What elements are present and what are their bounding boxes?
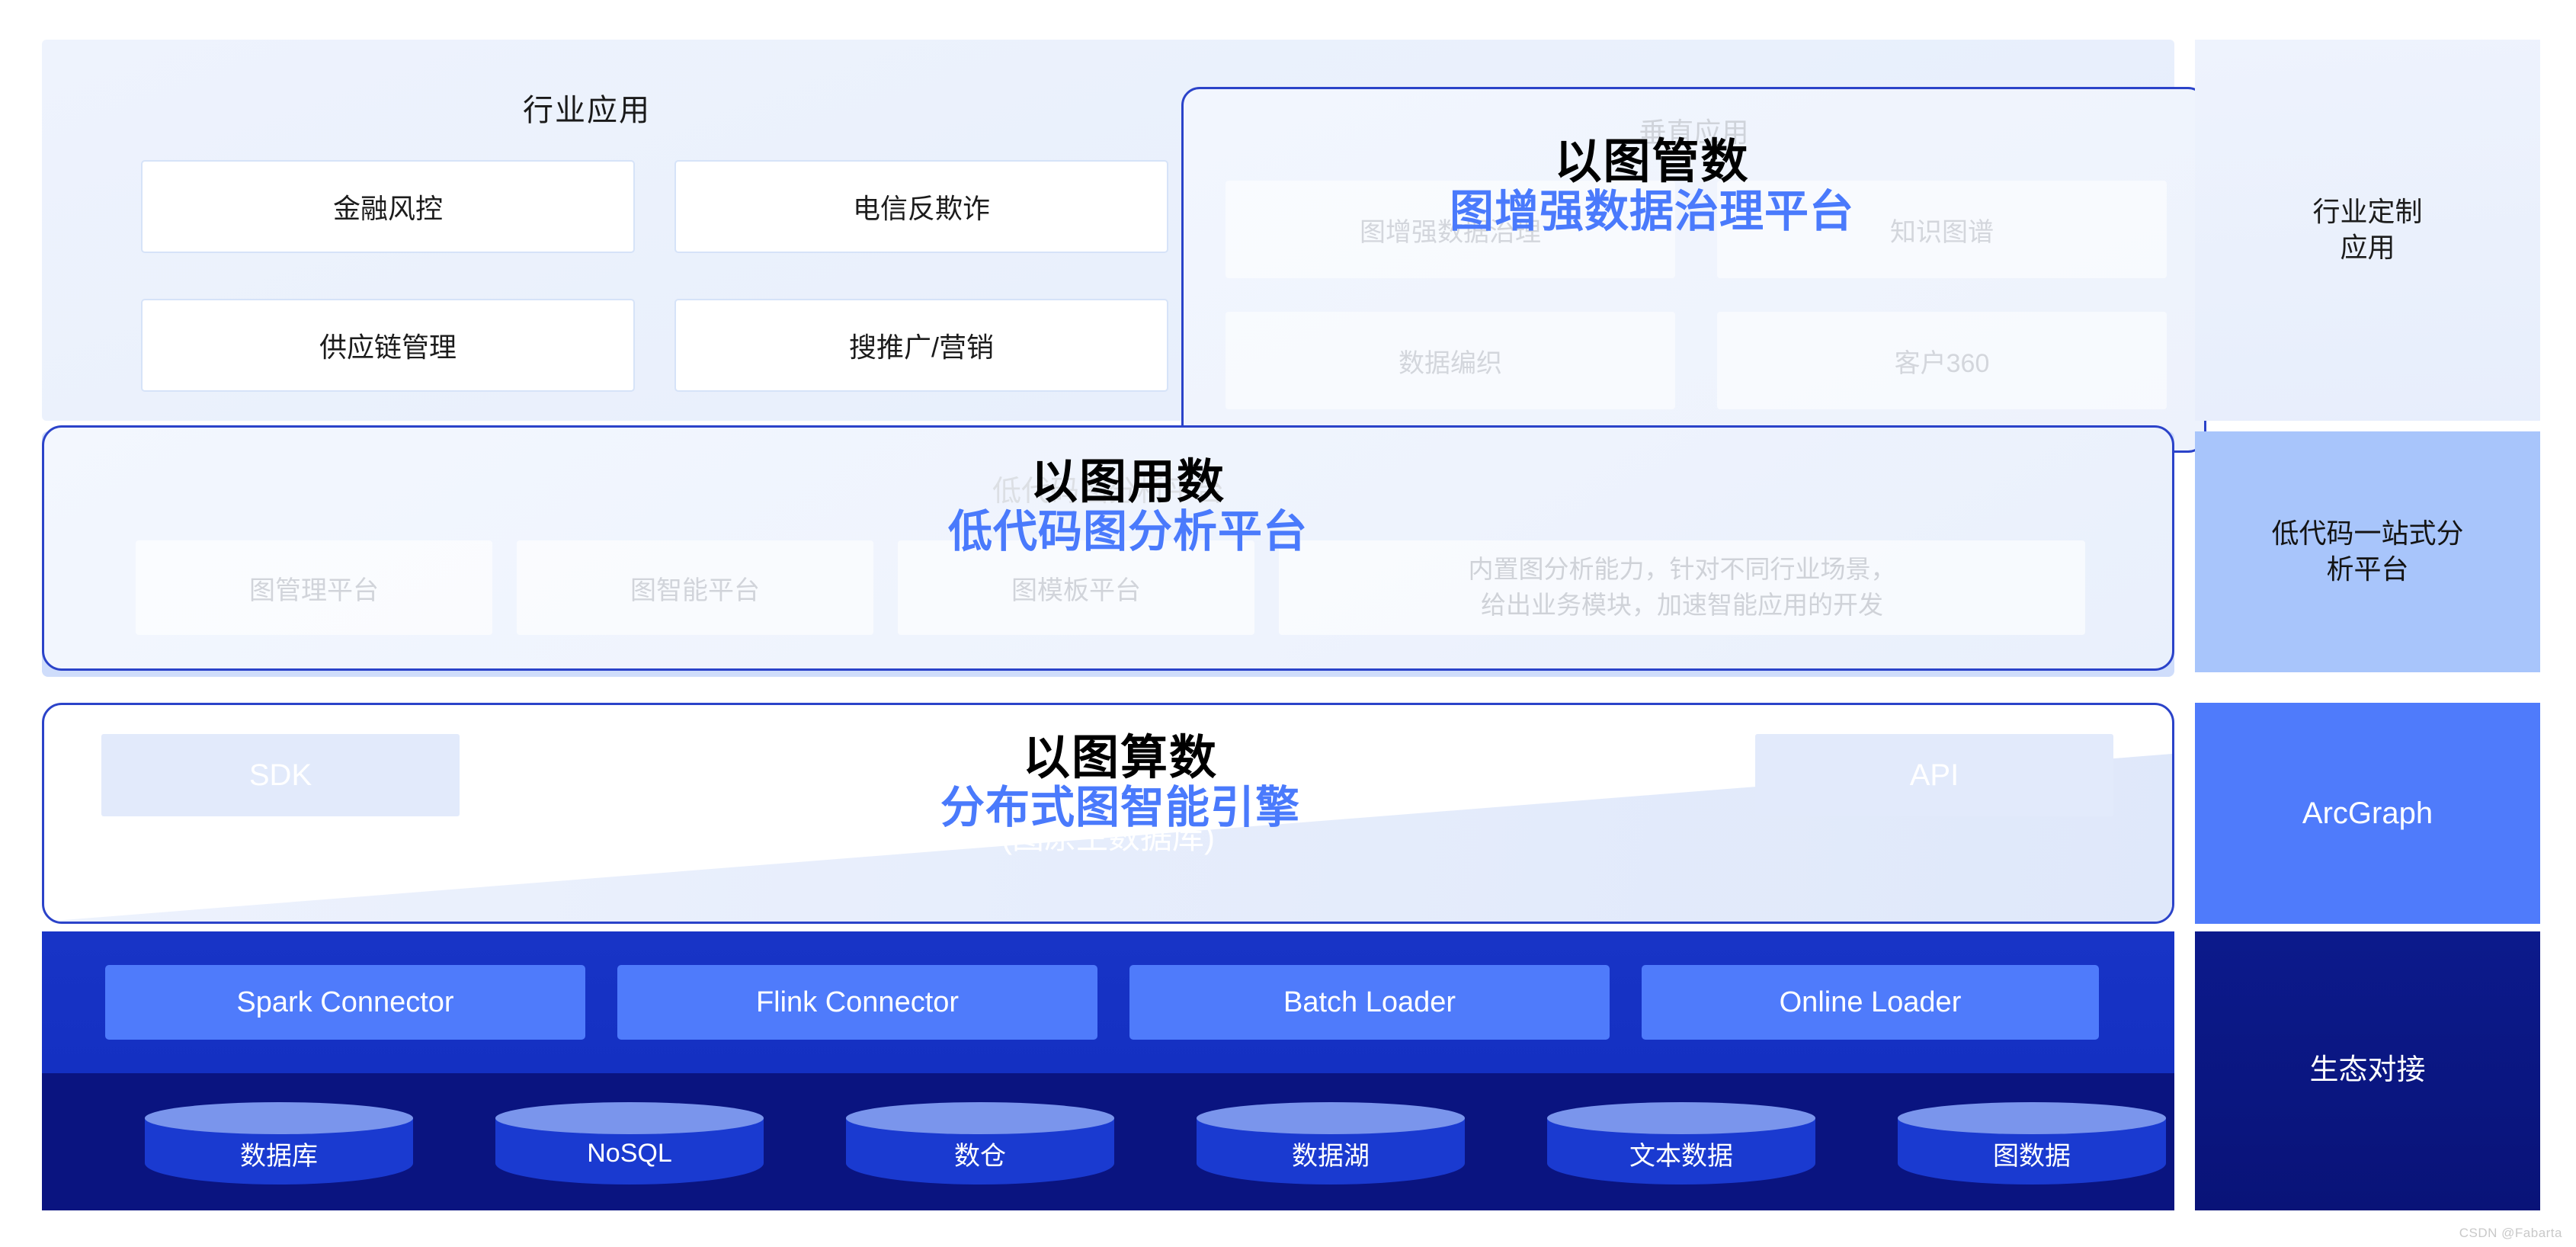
engine-brand-subtitle: (图原生数据库) — [1001, 819, 1215, 855]
data-source-label: 数仓 — [954, 1141, 1006, 1171]
sidebar-item-lowcode-platform: 低代码一站式分 析平台 — [2195, 431, 2540, 672]
data-source-label: 图数据 — [1993, 1141, 2071, 1171]
vertical-card-customer-360[interactable]: 客户360 — [1717, 312, 2167, 409]
data-source-label: 文本数据 — [1629, 1141, 1733, 1171]
data-source-data-warehouse[interactable]: 数仓 — [846, 1102, 1114, 1184]
data-source-data-lake[interactable]: 数据湖 — [1197, 1102, 1465, 1184]
vertical-card-knowledge-graph[interactable]: 知识图谱 — [1717, 181, 2167, 278]
app-card-supply-chain[interactable]: 供应链管理 — [141, 299, 635, 392]
data-source-band: 数据库 NoSQL 数仓 数据湖 文本数据 图数据 — [42, 1073, 2174, 1210]
data-source-label: 数据湖 — [1292, 1141, 1370, 1171]
row1-title: 行业应用 — [523, 94, 651, 127]
engine-brand-block: ArcGraph (图原生数据库) — [44, 778, 2172, 855]
connector-batch-loader[interactable]: Batch Loader — [1129, 965, 1610, 1040]
lowcode-analysis-platform-row: 低代码图分析平台 图管理平台 图智能平台 图模板平台 内置图分析能力，针对不同行… — [42, 425, 2174, 671]
vertical-card-graph-data-governance[interactable]: 图增强数据治理 — [1226, 181, 1675, 278]
platform-card-graph-template[interactable]: 图模板平台 — [898, 540, 1254, 635]
app-card-financial-risk[interactable]: 金融风控 — [141, 160, 635, 253]
row2-title: 低代码图分析平台 — [992, 476, 1224, 508]
app-card-telecom-antifraud[interactable]: 电信反欺诈 — [674, 160, 1168, 253]
data-source-text-data[interactable]: 文本数据 — [1547, 1102, 1815, 1184]
architecture-diagram: 行业应用 金融风控 电信反欺诈 供应链管理 搜推广/营销 垂直应用 图增强数据治… — [0, 0, 2576, 1247]
graph-engine-row: SDK API ArcGraph (图原生数据库) — [42, 703, 2174, 924]
platform-description-line2: 给出业务模块，加速智能应用的开发 — [1481, 591, 1883, 619]
watermark: CSDN @Fabarta — [2459, 1226, 2562, 1240]
data-source-database[interactable]: 数据库 — [145, 1102, 413, 1184]
connector-flink[interactable]: Flink Connector — [617, 965, 1097, 1040]
app-card-search-marketing[interactable]: 搜推广/营销 — [674, 299, 1168, 392]
data-source-label: 数据库 — [240, 1141, 318, 1171]
connector-band: Spark Connector Flink Connector Batch Lo… — [42, 931, 2174, 1073]
platform-description-line1: 内置图分析能力，针对不同行业场景， — [1468, 555, 1896, 584]
engine-brand-name: ArcGraph — [1023, 777, 1193, 821]
vertical-card-data-fabric[interactable]: 数据编织 — [1226, 312, 1675, 409]
data-source-nosql[interactable]: NoSQL — [495, 1102, 764, 1184]
platform-card-graph-intelligence[interactable]: 图智能平台 — [517, 540, 873, 635]
sidebar-item-arcgraph: ArcGraph — [2195, 703, 2540, 924]
vertical-application-panel: 垂直应用 图增强数据治理 知识图谱 数据编织 客户360 — [1181, 87, 2206, 453]
connector-online-loader[interactable]: Online Loader — [1642, 965, 2099, 1040]
connector-spark[interactable]: Spark Connector — [105, 965, 585, 1040]
platform-description: 内置图分析能力，针对不同行业场景， 给出业务模块，加速智能应用的开发 — [1279, 540, 2085, 635]
platform-card-graph-management[interactable]: 图管理平台 — [136, 540, 492, 635]
sidebar-item-ecosystem: 生态对接 — [2195, 931, 2540, 1210]
data-source-graph-data[interactable]: 图数据 — [1898, 1102, 2166, 1184]
industry-application-row: 行业应用 金融风控 电信反欺诈 供应链管理 搜推广/营销 垂直应用 图增强数据治… — [42, 40, 2206, 453]
data-source-label: NoSQL — [587, 1138, 672, 1168]
vertical-panel-title: 垂直应用 — [1639, 117, 1749, 148]
sidebar-item-industry-custom-app: 行业定制 应用 — [2195, 40, 2540, 421]
